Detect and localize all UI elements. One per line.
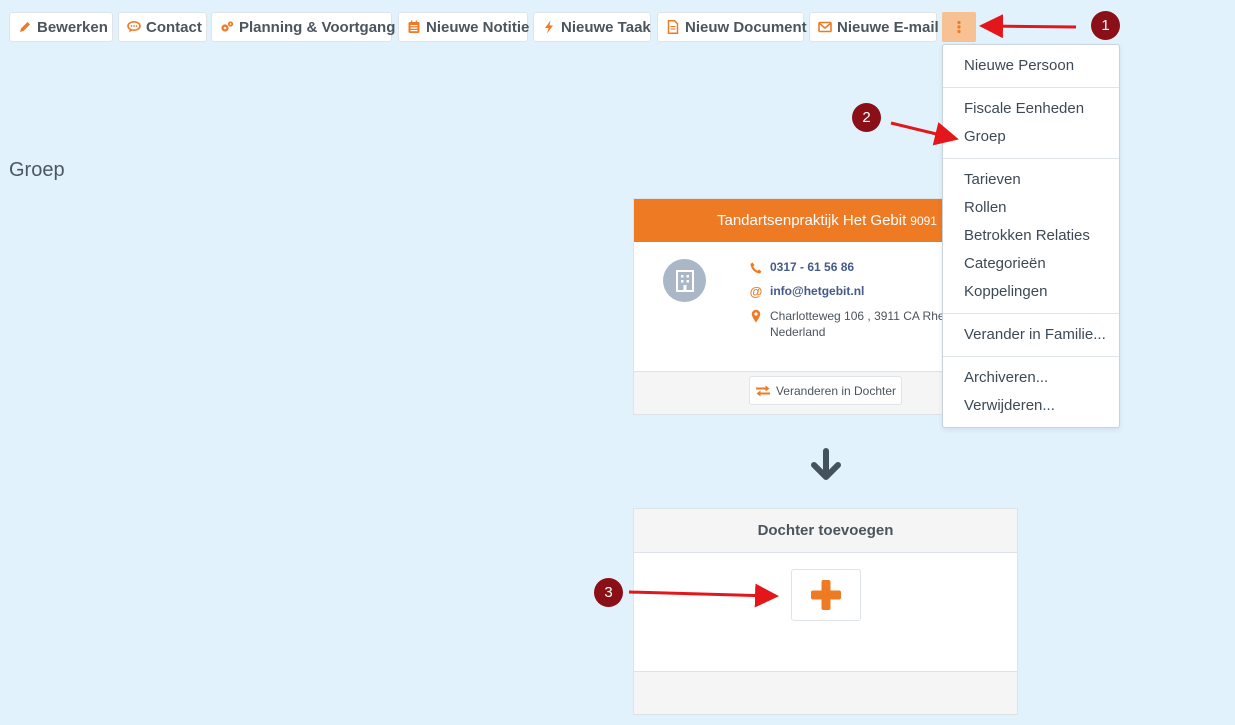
new-note-button-label: Nieuwe Notitie [426, 18, 530, 36]
plus-icon [809, 578, 843, 612]
add-daughter-title: Dochter toevoegen [634, 509, 1017, 553]
planning-button-label: Planning & Voortgang [239, 18, 396, 36]
menu-divider [943, 313, 1119, 314]
contact-button[interactable]: Contact [118, 12, 207, 42]
menu-item-archive[interactable]: Archiveren... [964, 369, 1048, 386]
menu-item-categories[interactable]: Categorieën [964, 255, 1046, 272]
organization-card-footer: Veranderen in Dochter [634, 371, 952, 414]
menu-divider [943, 158, 1119, 159]
gears-icon [220, 20, 234, 34]
organization-email[interactable]: info@hetgebit.nl [770, 284, 864, 298]
phone-icon [749, 261, 763, 275]
document-icon [666, 20, 680, 34]
vertical-ellipsis-icon [956, 20, 962, 34]
organization-card-header[interactable]: Tandartsenpraktijk Het Gebit 9091 [634, 199, 952, 242]
page-title: Groep [9, 159, 65, 181]
planning-button[interactable]: Planning & Voortgang [211, 12, 396, 42]
envelope-icon [818, 20, 832, 34]
organization-address-line2: Nederland [770, 325, 826, 339]
organization-phone[interactable]: 0317 - 61 56 86 [770, 260, 854, 274]
menu-item-links[interactable]: Koppelingen [964, 283, 1047, 300]
more-actions-menu: Nieuwe Persoon Fiscale Eenheden Groep Ta… [942, 44, 1120, 428]
add-daughter-card: Dochter toevoegen [633, 508, 1018, 715]
bolt-icon [542, 20, 556, 34]
new-task-button[interactable]: Nieuwe Taak [533, 12, 651, 42]
organization-card: Tandartsenpraktijk Het Gebit 9091 0317 -… [633, 198, 953, 415]
add-daughter-footer [634, 671, 1017, 714]
menu-divider [943, 87, 1119, 88]
menu-item-change-family[interactable]: Verander in Familie... [964, 326, 1106, 343]
menu-item-group[interactable]: Groep [964, 128, 1006, 145]
exchange-icon [755, 385, 776, 397]
pencil-icon [18, 20, 32, 34]
menu-item-roles[interactable]: Rollen [964, 199, 1007, 216]
change-to-daughter-button[interactable]: Veranderen in Dochter [749, 376, 902, 405]
new-email-button-label: Nieuwe E-mail [837, 18, 939, 36]
edit-button[interactable]: Bewerken [9, 12, 113, 42]
note-icon [407, 20, 421, 34]
new-document-button-label: Nieuw Document [685, 18, 807, 36]
chat-icon [127, 20, 141, 34]
organization-number: 9091 [910, 213, 937, 228]
map-marker-icon [749, 309, 763, 323]
menu-item-delete[interactable]: Verwijderen... [964, 397, 1055, 414]
organization-name: Tandartsenpraktijk Het Gebit [717, 212, 907, 229]
annotation-marker-1: 1 [1091, 11, 1120, 40]
new-document-button[interactable]: Nieuw Document [657, 12, 807, 42]
at-icon: @ [749, 284, 763, 299]
menu-item-rates[interactable]: Tarieven [964, 171, 1021, 188]
arrow-down-icon [807, 446, 845, 484]
annotation-arrow-1 [979, 14, 1077, 39]
new-email-button[interactable]: Nieuwe E-mail [809, 12, 939, 42]
menu-item-fiscal-units[interactable]: Fiscale Eenheden [964, 100, 1084, 117]
edit-button-label: Bewerken [37, 18, 108, 36]
menu-item-new-person[interactable]: Nieuwe Persoon [964, 57, 1074, 74]
more-actions-button[interactable] [942, 12, 976, 42]
change-to-daughter-label: Veranderen in Dochter [775, 383, 897, 398]
menu-item-related-relations[interactable]: Betrokken Relaties [964, 227, 1090, 244]
organization-address-line1: Charlotteweg 106 , 3911 CA Rhen [770, 309, 952, 323]
building-icon [663, 259, 706, 302]
menu-divider [943, 356, 1119, 357]
annotation-marker-2: 2 [852, 103, 881, 132]
contact-button-label: Contact [146, 18, 202, 36]
annotation-marker-3: 3 [594, 578, 623, 607]
new-note-button[interactable]: Nieuwe Notitie [398, 12, 530, 42]
new-task-button-label: Nieuwe Taak [561, 18, 651, 36]
add-daughter-button[interactable] [791, 569, 861, 621]
